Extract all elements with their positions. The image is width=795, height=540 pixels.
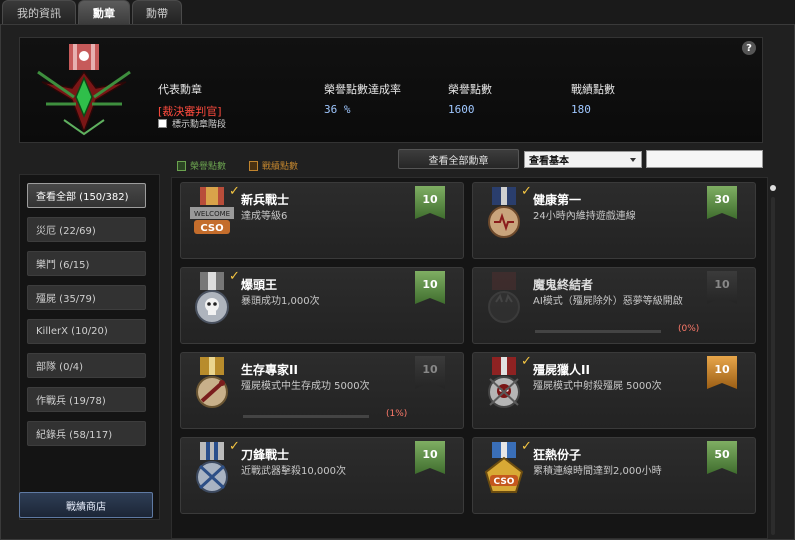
tab-medals[interactable]: 勳章 <box>78 0 130 24</box>
tab-my-info[interactable]: 我的資訊 <box>2 0 76 24</box>
honor-rate-label: 榮譽點數達成率 <box>324 83 401 96</box>
summary-header: ? 代表勳章 [裁決審判官] 榮譽點數達成率 36 % 榮譽點數 1600 戰績… <box>19 37 763 143</box>
medal-title: 殭屍獵人II <box>533 363 590 377</box>
sidebar-item-killerx[interactable]: KillerX (10/20) <box>27 319 146 344</box>
sidebar-item-record[interactable]: 紀錄兵 (58/117) <box>27 421 146 446</box>
representative-medal-icon <box>37 44 131 136</box>
medal-grid: WELCOME CSO ✓ 新兵戰士 達成等級6 10 ✓ 健康第一 24小時內… <box>171 177 768 539</box>
medal-desc: 24小時內維持遊戲連線 <box>533 211 636 222</box>
tab-ribbons[interactable]: 勳帶 <box>132 0 182 24</box>
medal-card[interactable]: 生存專家II 殭屍模式中生存成功 5000次 10 (1%) <box>180 352 464 429</box>
medal-desc: 暴頭成功1,000次 <box>241 296 320 307</box>
medal-desc: 殭屍模式中射殺殭屍 5000次 <box>533 381 662 392</box>
points-badge: 30 <box>707 186 737 219</box>
medal-title: 健康第一 <box>533 193 582 207</box>
representative-medal-info: 代表勳章 [裁決審判官] <box>158 81 222 119</box>
filter-select-value: 查看基本 <box>529 156 569 167</box>
earned-check-icon: ✓ <box>521 439 532 454</box>
tab-bar: 我的資訊 勳章 勳帶 <box>0 0 795 24</box>
content-frame: ? 代表勳章 [裁決審判官] 榮譽點數達成率 36 % 榮譽點數 1600 戰績… <box>0 24 795 540</box>
filter-select[interactable]: 查看基本 <box>524 151 642 168</box>
points-badge: 10 <box>415 186 445 219</box>
sidebar-item-disaster[interactable]: 災厄 (22/69) <box>27 217 146 242</box>
svg-text:CSO: CSO <box>200 223 223 234</box>
points-badge: 10 <box>415 441 445 474</box>
earned-check-icon: ✓ <box>229 269 240 284</box>
medal-desc: 累積連線時間達到2,000小時 <box>533 466 662 477</box>
honor-points-value: 1600 <box>448 103 475 116</box>
view-all-medals-button[interactable]: 查看全部勳章 <box>398 149 519 169</box>
honor-points-info: 榮譽點數 1600 <box>448 81 492 116</box>
svg-text:CSO: CSO <box>494 477 515 487</box>
combat-shop-button[interactable]: 戰績商店 <box>19 492 153 518</box>
points-badge: 10 <box>415 356 445 389</box>
medal-title: 魔鬼終結者 <box>533 278 594 292</box>
sidebar-item-zombie[interactable]: 殭屍 (35/79) <box>27 285 146 310</box>
combat-points-label: 戰績點數 <box>571 83 615 96</box>
progress-bar <box>243 415 369 418</box>
category-sidebar: 查看全部 (150/382) 災厄 (22/69) 樂鬥 (6/15) 殭屍 (… <box>19 174 160 520</box>
medal-title: 生存專家II <box>241 363 298 377</box>
earned-check-icon: ✓ <box>521 354 532 369</box>
legend-combat: 戰績點數 <box>249 159 298 172</box>
combat-points-value: 180 <box>571 103 591 116</box>
medal-card[interactable]: 魔鬼終結者 AI模式（殭屍除外）惡夢等級開啟 10 (0%) <box>472 267 756 344</box>
medal-desc: 達成等級6 <box>241 211 288 222</box>
representative-label: 代表勳章 <box>158 83 202 96</box>
medal-card[interactable]: ✓ 爆頭王 暴頭成功1,000次 10 <box>180 267 464 344</box>
medal-title: 狂熱份子 <box>533 448 582 462</box>
medal-card[interactable]: ✓ 健康第一 24小時內維持遊戲連線 30 <box>472 182 756 259</box>
combat-points-info: 戰績點數 180 <box>571 81 615 116</box>
medal-card[interactable]: WELCOME CSO ✓ 新兵戰士 達成等級6 10 <box>180 182 464 259</box>
show-stage-row: 標示勳章階段 <box>158 117 226 130</box>
progress-percent: (1%) <box>386 409 408 419</box>
medal-desc: AI模式（殭屍除外）惡夢等級開啟 <box>533 296 683 307</box>
progress-bar <box>535 330 661 333</box>
sidebar-item-all[interactable]: 查看全部 (150/382) <box>27 183 146 208</box>
scroll-up-icon[interactable] <box>770 185 776 191</box>
points-badge: 10 <box>707 356 737 389</box>
svg-text:WELCOME: WELCOME <box>194 210 230 218</box>
honor-rate-value: 36 % <box>324 103 351 116</box>
sidebar-item-soldier[interactable]: 作戰兵 (19/78) <box>27 387 146 412</box>
earned-check-icon: ✓ <box>229 184 240 199</box>
medal-card[interactable]: ✓ 刀鋒戰士 近戰武器擊殺10,000次 10 <box>180 437 464 514</box>
sidebar-item-squad[interactable]: 部隊 (0/4) <box>27 353 146 378</box>
devil-medal-icon <box>488 272 520 323</box>
chevron-down-icon <box>630 158 636 162</box>
honor-rate-info: 榮譽點數達成率 36 % <box>324 81 401 116</box>
medal-card[interactable]: CSO ✓ 狂熱份子 累積連線時間達到2,000小時 50 <box>472 437 756 514</box>
earned-check-icon: ✓ <box>521 184 532 199</box>
earned-check-icon: ✓ <box>229 439 240 454</box>
scrollbar-track[interactable] <box>771 197 775 535</box>
legend-combat-label: 戰績點數 <box>262 162 299 172</box>
honor-shield-icon <box>177 160 186 171</box>
search-input[interactable] <box>646 150 763 168</box>
medal-title: 刀鋒戰士 <box>241 448 290 462</box>
medal-desc: 殭屍模式中生存成功 5000次 <box>241 381 370 392</box>
grid-scrollbar[interactable] <box>768 177 778 539</box>
points-badge: 10 <box>415 271 445 304</box>
points-badge: 10 <box>707 271 737 304</box>
sidebar-item-fun[interactable]: 樂鬥 (6/15) <box>27 251 146 276</box>
progress-percent: (0%) <box>678 324 700 334</box>
legend-honor: 榮譽點數 <box>177 159 226 172</box>
medal-title: 爆頭王 <box>241 278 278 292</box>
honor-points-label: 榮譽點數 <box>448 83 492 96</box>
survivor-medal-icon <box>196 357 228 408</box>
combat-shield-icon <box>249 160 258 171</box>
show-stage-checkbox[interactable] <box>158 119 167 128</box>
medal-desc: 近戰武器擊殺10,000次 <box>241 466 346 477</box>
medal-card[interactable]: ✓ 殭屍獵人II 殭屍模式中射殺殭屍 5000次 10 <box>472 352 756 429</box>
points-badge: 50 <box>707 441 737 474</box>
medal-title: 新兵戰士 <box>241 193 290 207</box>
legend-honor-label: 榮譽點數 <box>190 162 227 172</box>
help-icon[interactable]: ? <box>742 41 756 55</box>
show-stage-label: 標示勳章階段 <box>172 120 227 130</box>
